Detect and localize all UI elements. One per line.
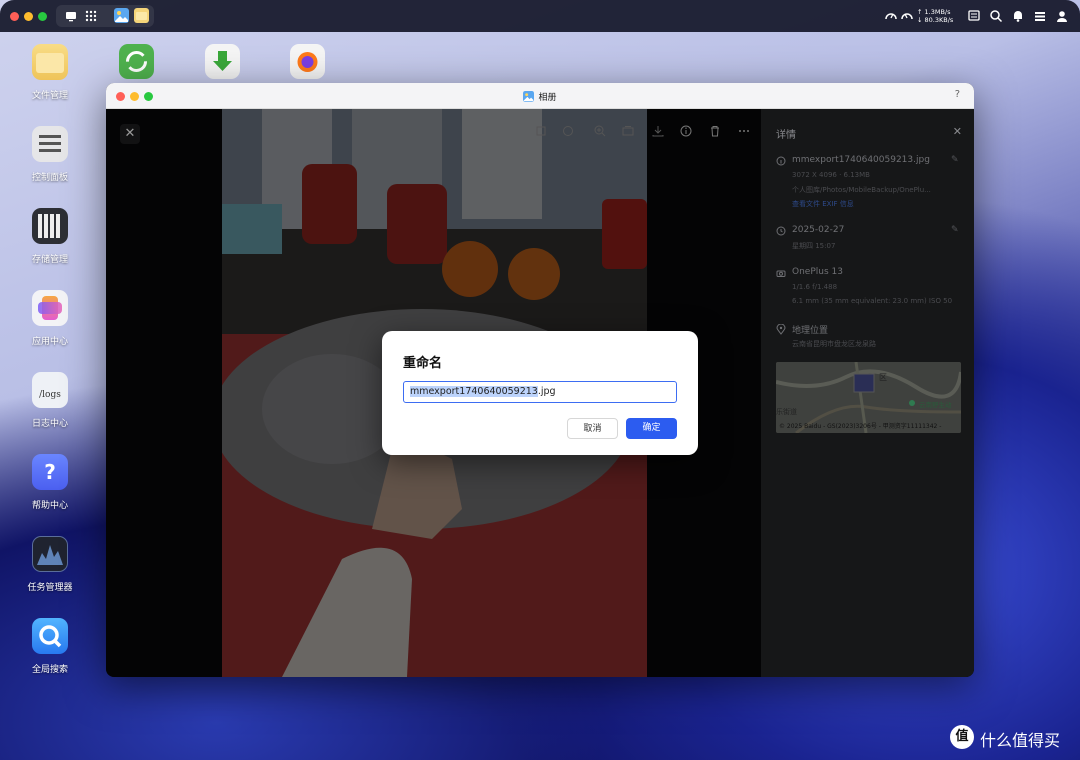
control-panel-icon — [32, 126, 68, 162]
firefox-app-icon[interactable] — [290, 44, 325, 79]
file-size: 3072 X 4096 · 6.13MB — [792, 171, 870, 179]
map-street: 乐街道 — [776, 408, 797, 416]
details-panel: 详情 ✕ mmexport1740640059213.jpg ✎ 3072 X … — [761, 109, 974, 677]
location-address: 云南省昆明市盘龙区龙泉路 — [792, 340, 876, 348]
user-icon[interactable] — [1055, 9, 1069, 23]
folder-icon — [32, 44, 68, 80]
watermark-logo: 值 — [950, 725, 974, 749]
app-grid-icon[interactable] — [84, 9, 98, 23]
viewer-close-button[interactable]: ✕ — [120, 124, 140, 144]
notes-icon[interactable] — [967, 9, 981, 23]
album-icon[interactable] — [621, 124, 635, 138]
photo-time: 星期四 15:07 — [792, 242, 836, 250]
desktop-icon-label: 任务管理器 — [27, 583, 73, 593]
file-path: 个人图库/Photos/MobileBackup/OnePlu... — [792, 186, 931, 194]
watermark: 值 什么值得买 — [948, 724, 1076, 752]
info-icon[interactable] — [679, 124, 693, 138]
net-download: ↓ 80.3KB/s — [917, 16, 954, 24]
desktop-icon-label: 日志中心 — [31, 419, 68, 429]
edit-name-icon[interactable]: ✎ — [951, 155, 959, 165]
dialog-title: 重命名 — [403, 356, 443, 371]
files-taskbar-icon[interactable] — [134, 8, 149, 23]
camera-model: OnePlus 13 — [792, 267, 843, 277]
download-app-icon[interactable] — [205, 44, 240, 79]
desktop: ↑ 1.3MB/s ↓ 80.3KB/s 文件管理 控制面板 存储管理 应用中心… — [0, 0, 1080, 760]
desktop-icon-app-center[interactable]: 应用中心 — [10, 290, 90, 347]
desktop-icon-logs[interactable]: /logs 日志中心 — [10, 372, 90, 429]
watermark-text: 什么值得买 — [980, 731, 1061, 750]
settings-sliders-icon[interactable] — [1033, 9, 1047, 23]
rename-input[interactable]: mmexport1740640059213.jpg — [403, 381, 677, 403]
bell-icon[interactable] — [1011, 9, 1025, 23]
desktop-icon[interactable] — [64, 9, 78, 23]
desktop-icon-control-panel[interactable]: 控制面板 — [10, 126, 90, 183]
window-title-text: 相册 — [538, 93, 557, 103]
rename-dialog: 重命名 mmexport1740640059213.jpg 取消 确定 — [382, 331, 698, 455]
net-upload: ↑ 1.3MB/s — [917, 8, 951, 16]
task-manager-icon — [32, 536, 68, 572]
app-center-icon — [32, 290, 68, 326]
storage-icon — [32, 208, 68, 244]
desktop-icon-label: 文件管理 — [31, 91, 68, 101]
clock-icon — [776, 226, 786, 236]
map-copyright: © 2025 Baidu - GS(2023)3206号 - 甲测资字11111… — [779, 423, 942, 430]
details-header: 详情 — [776, 130, 796, 141]
download-icon[interactable] — [651, 124, 665, 138]
desktop-icon-label: 存储管理 — [31, 255, 68, 265]
file-info-icon — [776, 156, 786, 166]
rename-input-ext: .jpg — [537, 386, 556, 397]
minimize-dot[interactable] — [24, 12, 33, 21]
file-name: mmexport1740640059213.jpg — [792, 155, 930, 165]
desktop-icon-task-manager[interactable]: 任务管理器 — [10, 536, 90, 593]
crop-icon[interactable] — [534, 124, 548, 138]
desktop-icon-label: 控制面板 — [31, 173, 68, 183]
delete-icon[interactable] — [708, 124, 722, 138]
cpu-gauge-icon — [885, 13, 897, 20]
network-speed: ↑ 1.3MB/s ↓ 80.3KB/s — [917, 8, 953, 24]
location-pin-icon — [776, 324, 786, 335]
confirm-button[interactable]: 确定 — [626, 418, 677, 439]
desktop-icon-storage[interactable]: 存储管理 — [10, 208, 90, 265]
location-map[interactable]: 区 云南野生动 乐街道 © 2025 Baidu - GS(2023)3206号… — [776, 362, 961, 433]
sync-app-icon[interactable] — [119, 44, 154, 79]
edit-date-icon[interactable]: ✎ — [951, 225, 959, 235]
window-titlebar: 相册 ? — [106, 83, 974, 109]
top-bar: ↑ 1.3MB/s ↓ 80.3KB/s — [0, 0, 1080, 32]
logs-icon: /logs — [32, 372, 68, 408]
rotate-icon[interactable] — [561, 124, 575, 138]
camera-exposure: 1/1.6 f/1.488 — [792, 283, 838, 291]
desktop-icon-label: 应用中心 — [31, 337, 68, 347]
window-help-button[interactable]: ? — [955, 89, 960, 100]
photos-taskbar-icon[interactable] — [114, 8, 129, 23]
desktop-icon-search[interactable]: 全局搜索 — [10, 618, 90, 675]
camera-icon — [776, 270, 786, 277]
more-icon[interactable] — [737, 124, 751, 138]
map-poi: 云南野生动 — [919, 401, 952, 409]
rename-input-selected: mmexport1740640059213 — [410, 386, 538, 397]
cancel-button[interactable]: 取消 — [567, 418, 618, 439]
search-icon[interactable] — [989, 9, 1003, 23]
desktop-icon-files[interactable]: 文件管理 — [10, 44, 90, 101]
location-title: 地理位置 — [792, 326, 829, 336]
camera-lens: 6.1 mm (35 mm equivalent: 23.0 mm) ISO 5… — [792, 297, 953, 305]
search-app-icon — [32, 618, 68, 654]
desktop-icon-help[interactable]: ? 帮助中心 — [10, 454, 90, 511]
zoom-in-icon[interactable] — [593, 124, 607, 138]
photo-date: 2025-02-27 — [792, 225, 845, 235]
help-icon: ? — [32, 454, 68, 490]
desktop-icon-label: 全局搜索 — [31, 665, 68, 675]
close-dot[interactable] — [10, 12, 19, 21]
exif-link[interactable]: 查看文件 EXIF 信息 — [792, 199, 854, 209]
maximize-dot[interactable] — [38, 12, 47, 21]
map-district: 区 — [879, 373, 887, 382]
desktop-icon-label: 帮助中心 — [31, 501, 68, 511]
ram-gauge-icon — [901, 13, 913, 20]
window-title: 相册 — [106, 90, 974, 103]
details-close-button[interactable]: ✕ — [953, 125, 962, 138]
photos-icon — [523, 91, 535, 102]
